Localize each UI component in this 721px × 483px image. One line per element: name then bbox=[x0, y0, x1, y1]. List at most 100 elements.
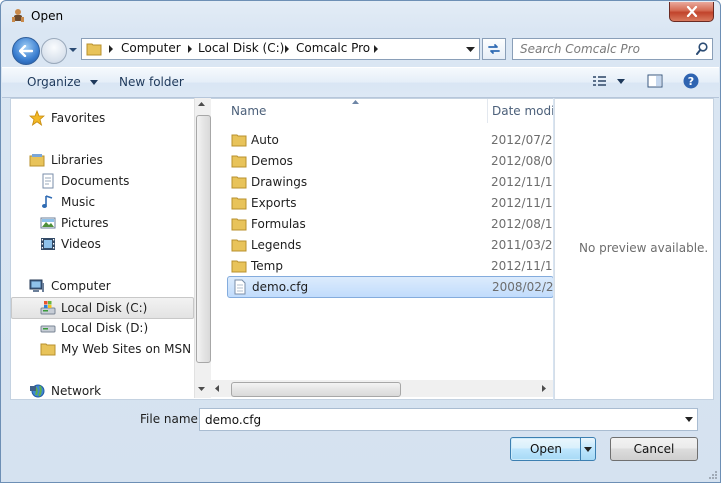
nav-item-pictures[interactable]: Pictures bbox=[11, 213, 194, 233]
column-header-name[interactable]: Name bbox=[221, 99, 488, 123]
organize-label: Organize bbox=[27, 75, 81, 89]
breadcrumb-local-disk-c[interactable]: Local Disk (C:) bbox=[198, 41, 284, 55]
organize-button[interactable]: Organize bbox=[27, 75, 98, 89]
nav-item-music[interactable]: Music bbox=[11, 192, 194, 212]
file-row[interactable]: Drawings 2012/11/19 bbox=[227, 172, 553, 192]
file-date: 2012/11/19 bbox=[491, 259, 553, 273]
nav-label: Pictures bbox=[61, 216, 109, 230]
preview-pane: No preview available. bbox=[554, 98, 714, 400]
arrow-left-icon bbox=[19, 45, 33, 57]
app-icon bbox=[12, 9, 24, 22]
nav-label: Music bbox=[61, 195, 96, 209]
scroll-left-icon[interactable] bbox=[215, 385, 219, 392]
nav-item-network[interactable]: Network bbox=[11, 381, 194, 399]
close-button[interactable] bbox=[669, 2, 714, 22]
forward-button[interactable] bbox=[41, 38, 67, 64]
file-date: 2011/03/21 bbox=[491, 238, 553, 252]
file-name: Demos bbox=[251, 154, 293, 168]
file-date: 2012/11/19 bbox=[491, 175, 553, 189]
chevron-down-icon[interactable] bbox=[685, 417, 693, 422]
videos-icon bbox=[41, 238, 55, 250]
title-bar[interactable]: Open bbox=[1, 1, 720, 31]
column-header-date-modified[interactable]: Date modif bbox=[487, 99, 553, 123]
libraries-icon bbox=[29, 154, 45, 167]
folder-icon bbox=[231, 239, 247, 252]
command-bar: Organize New folder ? bbox=[2, 67, 719, 98]
file-list-scroll-thumb[interactable] bbox=[231, 382, 401, 397]
scroll-right-icon[interactable] bbox=[542, 385, 546, 392]
window-title: Open bbox=[31, 9, 64, 23]
folder-icon bbox=[231, 176, 247, 189]
resize-grip-icon[interactable] bbox=[707, 469, 717, 479]
folder-icon bbox=[86, 43, 102, 56]
view-options-icon[interactable] bbox=[592, 74, 608, 88]
open-options-button[interactable] bbox=[580, 437, 596, 461]
recent-pages-dropdown-icon[interactable] bbox=[68, 45, 78, 55]
file-row[interactable]: Formulas 2012/08/11 bbox=[227, 214, 553, 234]
drive-d-icon bbox=[40, 325, 56, 333]
chevron-right-icon[interactable] bbox=[187, 45, 193, 53]
file-date: 2012/08/03 bbox=[491, 154, 553, 168]
nav-item-local-disk-c[interactable]: Local Disk (C:) bbox=[11, 297, 194, 319]
pictures-icon bbox=[40, 217, 56, 229]
breadcrumb-computer[interactable]: Computer bbox=[121, 41, 181, 55]
search-input[interactable] bbox=[518, 40, 692, 58]
file-row[interactable]: Legends 2011/03/21 bbox=[227, 235, 553, 255]
nav-item-favorites[interactable]: Favorites bbox=[11, 108, 194, 128]
column-name-label: Name bbox=[231, 104, 267, 118]
refresh-button[interactable] bbox=[482, 38, 506, 60]
navigation-scroll-thumb[interactable] bbox=[196, 115, 211, 363]
chevron-right-icon[interactable] bbox=[284, 45, 290, 53]
file-list[interactable]: Name Date modif Auto 2012/07/24 Demos 20… bbox=[211, 98, 553, 400]
document-icon bbox=[234, 279, 246, 295]
star-icon bbox=[29, 110, 45, 126]
nav-label: My Web Sites on MSN bbox=[61, 342, 192, 356]
search-box[interactable] bbox=[512, 38, 713, 60]
file-row[interactable]: Demos 2012/08/03 bbox=[227, 151, 553, 171]
file-row[interactable]: Auto 2012/07/24 bbox=[227, 130, 553, 150]
folder-icon bbox=[231, 134, 247, 147]
nav-label: Documents bbox=[61, 174, 130, 188]
scroll-down-icon[interactable] bbox=[198, 387, 205, 391]
nav-item-documents[interactable]: Documents bbox=[11, 171, 194, 191]
nav-label: Local Disk (C:) bbox=[61, 301, 148, 315]
nav-label: Favorites bbox=[51, 111, 106, 125]
folder-icon bbox=[231, 197, 247, 210]
address-dropdown-icon[interactable] bbox=[466, 47, 475, 52]
file-date: 2008/02/23 bbox=[492, 280, 553, 294]
file-name: Temp bbox=[251, 259, 283, 273]
new-folder-button[interactable]: New folder bbox=[119, 75, 184, 89]
scroll-up-icon[interactable] bbox=[198, 102, 205, 106]
help-icon[interactable]: ? bbox=[683, 73, 699, 89]
file-name: demo.cfg bbox=[252, 280, 309, 294]
file-row-selected[interactable]: demo.cfg 2008/02/23 bbox=[227, 276, 553, 298]
open-button[interactable]: Open bbox=[510, 437, 582, 461]
file-name-input[interactable] bbox=[203, 411, 677, 429]
open-dialog: Open Computer Local Disk (C:) Comcalc Pr… bbox=[0, 0, 721, 483]
search-icon[interactable] bbox=[696, 42, 708, 55]
nav-item-computer[interactable]: Computer bbox=[11, 276, 194, 296]
file-name: Formulas bbox=[251, 217, 306, 231]
view-dropdown-icon[interactable] bbox=[617, 79, 625, 84]
file-name: Auto bbox=[251, 133, 279, 147]
cancel-button[interactable]: Cancel bbox=[610, 437, 698, 461]
file-row[interactable]: Temp 2012/11/19 bbox=[227, 256, 553, 276]
nav-item-libraries[interactable]: Libraries bbox=[11, 150, 194, 170]
file-row[interactable]: Exports 2012/11/19 bbox=[227, 193, 553, 213]
chevron-down-icon bbox=[584, 446, 592, 452]
navigation-pane[interactable]: Favorites Libraries Documents Music Pict… bbox=[10, 98, 212, 400]
file-name-combobox[interactable] bbox=[199, 408, 698, 431]
address-bar[interactable]: Computer Local Disk (C:) Comcalc Pro bbox=[81, 38, 480, 60]
nav-item-local-disk-d[interactable]: Local Disk (D:) bbox=[11, 318, 194, 338]
nav-item-my-web-sites-on-msn[interactable]: My Web Sites on MSN bbox=[11, 339, 194, 359]
music-icon bbox=[42, 195, 53, 208]
back-button[interactable] bbox=[12, 37, 40, 65]
chevron-right-icon[interactable] bbox=[373, 45, 379, 53]
svg-text:?: ? bbox=[688, 75, 694, 88]
nav-item-videos[interactable]: Videos bbox=[11, 234, 194, 254]
preview-pane-icon[interactable] bbox=[647, 74, 663, 88]
file-date: 2012/08/11 bbox=[491, 217, 553, 231]
breadcrumb-comcalc-pro[interactable]: Comcalc Pro bbox=[296, 41, 370, 55]
nav-label: Network bbox=[51, 384, 102, 398]
file-name-label: File name: bbox=[140, 412, 202, 426]
